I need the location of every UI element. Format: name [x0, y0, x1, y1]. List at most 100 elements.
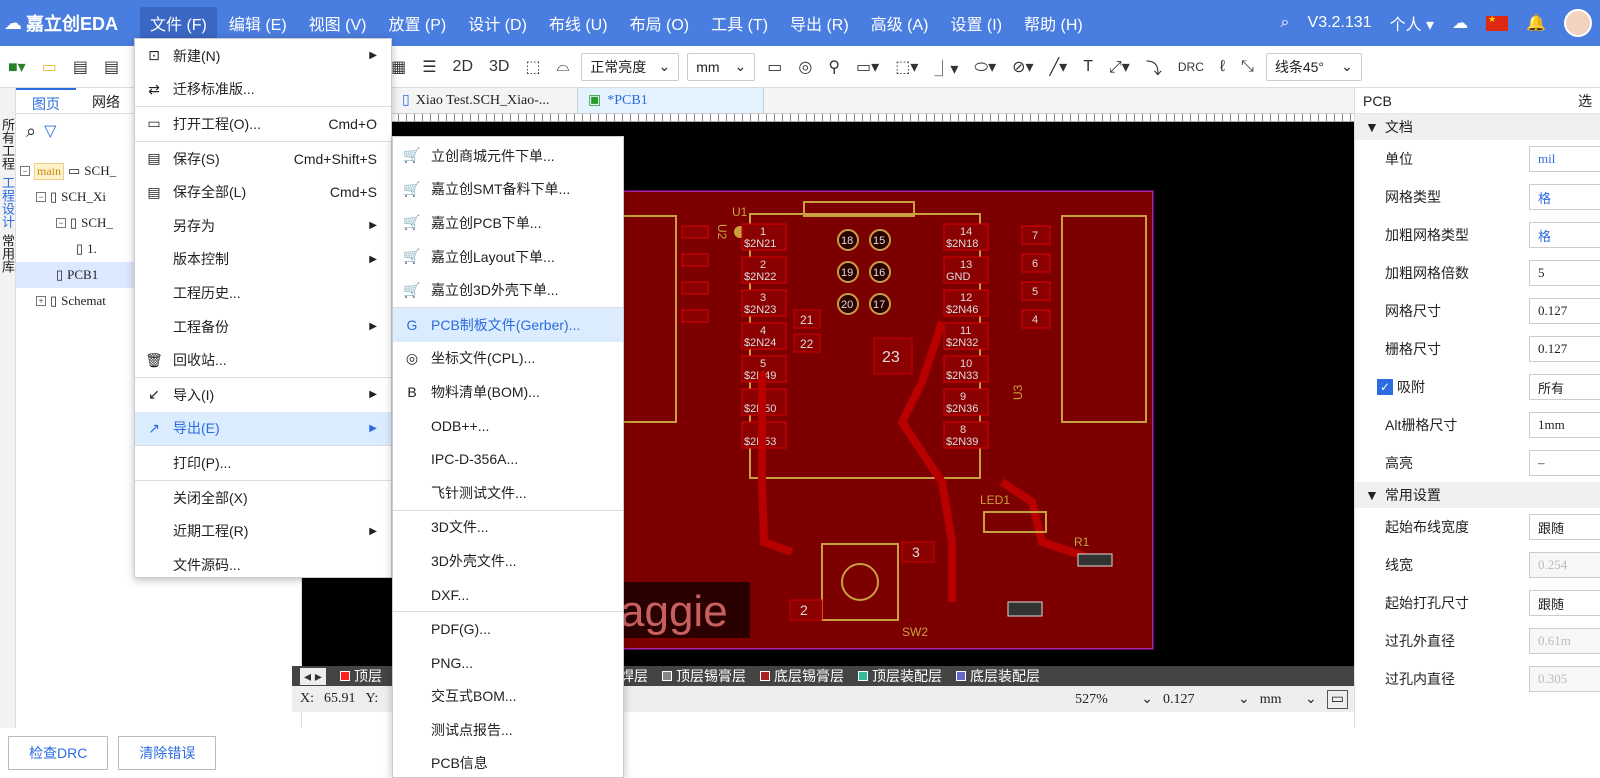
menu-item[interactable]: 飞针测试文件... — [393, 476, 623, 510]
menu-item[interactable]: 工程历史... — [135, 276, 391, 310]
region-icon[interactable]: ⬚▾ — [887, 57, 926, 77]
menu-item[interactable]: B 物料清单(BOM)... — [393, 375, 623, 409]
menu-item[interactable]: 交互式BOM... — [393, 680, 623, 714]
search-icon[interactable]: ⌕ — [1281, 14, 1290, 32]
left-side-pad[interactable] — [681, 309, 709, 323]
property-value[interactable]: 0.254 — [1529, 552, 1600, 578]
property-value[interactable]: 格 — [1529, 184, 1600, 210]
layer-item[interactable]: 底层装配层 — [955, 666, 1040, 686]
left-side-pad[interactable] — [681, 281, 709, 295]
property-value[interactable]: 0.127 — [1529, 336, 1600, 362]
menu-item-6[interactable]: 布局 (O) — [620, 7, 700, 39]
menu-item[interactable]: 关闭全部(X) — [135, 481, 391, 515]
layer-scroll-arrows[interactable]: ◂ ▸ — [300, 667, 326, 685]
menu-item[interactable]: G PCB制板文件(Gerber)... — [393, 307, 623, 342]
single-route-icon[interactable]: ℓ — [1212, 58, 1233, 76]
filter-icon[interactable]: ▽ — [44, 121, 56, 141]
notification-bell-icon[interactable]: 🔔 — [1526, 13, 1546, 33]
menu-item[interactable]: DXF... — [393, 578, 623, 612]
save-all-icon[interactable]: ▤ — [96, 57, 127, 77]
menu-item-9[interactable]: 高级 (A) — [861, 7, 939, 39]
menu-item[interactable]: ⊡ 新建(N) ▶ — [135, 39, 391, 73]
status-unit-select[interactable]: mm ⌄ — [1260, 691, 1317, 708]
menu-item-11[interactable]: 帮助 (H) — [1014, 7, 1093, 39]
property-value[interactable]: mil — [1529, 146, 1600, 172]
menu-item-1[interactable]: 编辑 (E) — [219, 7, 297, 39]
menu-item[interactable]: 🛒 嘉立创SMT备料下单... — [393, 173, 623, 207]
menu-item[interactable]: PCB信息 — [393, 747, 623, 777]
list-icon[interactable]: ☰ — [414, 57, 444, 77]
brightness-select[interactable]: 正常亮度 ⌄ — [581, 52, 680, 81]
menu-item-3[interactable]: 放置 (P) — [378, 7, 456, 39]
menu-item[interactable]: 文件源码... — [135, 548, 391, 582]
view-2d-button[interactable]: 2D — [445, 58, 481, 76]
tab-nets[interactable]: 网络 — [76, 88, 136, 113]
tab-pages[interactable]: 图页 — [16, 88, 76, 113]
polygon-icon[interactable]: ⏌▾ — [926, 55, 966, 79]
property-value[interactable]: 跟随 — [1529, 590, 1600, 616]
property-value[interactable]: 跟随 — [1529, 514, 1600, 540]
property-value[interactable]: 所有 — [1529, 374, 1600, 400]
menu-item[interactable]: 3D外壳文件... — [393, 544, 623, 578]
menu-item-8[interactable]: 导出 (R) — [780, 7, 859, 39]
left-side-pad[interactable] — [681, 225, 709, 239]
no-icon[interactable]: ⊘▾ — [1004, 57, 1041, 77]
collapse-icon[interactable]: − — [36, 192, 46, 202]
menu-item[interactable]: PDF(G)... — [393, 612, 623, 646]
snap-checkbox[interactable]: ✓ — [1377, 379, 1393, 395]
layer-item[interactable]: 顶层装配层 — [857, 666, 942, 686]
avatar[interactable] — [1564, 9, 1592, 37]
ruler-icon[interactable]: ▭ — [759, 57, 790, 77]
properties-header-right[interactable]: 选 — [1578, 91, 1592, 111]
menu-item[interactable]: 🛒 嘉立创Layout下单... — [393, 240, 623, 274]
property-value[interactable]: 0.61m — [1529, 628, 1600, 654]
unit-select[interactable]: mm ⌄ — [687, 52, 756, 81]
left-side-pad[interactable] — [681, 253, 709, 267]
user-menu[interactable]: 个人 ▾ — [1390, 11, 1435, 35]
property-value[interactable]: 1mm — [1529, 412, 1600, 438]
layer-item[interactable]: 顶层 — [339, 666, 382, 686]
strip-all-projects[interactable]: 所有工程 — [0, 118, 15, 170]
menu-item[interactable]: 🛒 嘉立创3D外壳下单... — [393, 273, 623, 307]
menu-item[interactable]: 打印(P)... — [135, 446, 391, 480]
line-icon[interactable]: ╱▾ — [1042, 57, 1076, 77]
expand-icon[interactable]: + — [36, 296, 46, 306]
menu-item[interactable]: 🗑 回收站... — [135, 343, 391, 377]
menu-item-2[interactable]: 视图 (V) — [299, 7, 377, 39]
menu-item[interactable]: PNG... — [393, 646, 623, 680]
menu-item[interactable]: 版本控制 ▶ — [135, 243, 391, 277]
check-drc-button[interactable]: 检查DRC — [8, 736, 109, 770]
menu-item[interactable]: 3D文件... — [393, 511, 623, 545]
save-icon[interactable]: ▤ — [65, 57, 96, 77]
folder-icon[interactable]: ▭ — [34, 57, 65, 77]
routing-angle-select[interactable]: 线条45° ⌄ — [1265, 52, 1362, 81]
tab-pcb1[interactable]: ▣ *PCB1 — [578, 88, 764, 113]
ellipse-icon[interactable]: ⬭▾ — [966, 57, 1004, 77]
menu-item-10[interactable]: 设置 (I) — [940, 7, 1012, 39]
language-flag-icon[interactable]: ★ — [1486, 14, 1509, 31]
drc-button[interactable]: DRC — [1170, 60, 1212, 74]
collapse-icon[interactable]: − — [20, 166, 30, 176]
property-value[interactable]: – — [1529, 450, 1600, 476]
menu-item[interactable]: 🛒 立创商城元件下单... — [393, 139, 623, 173]
text-icon[interactable]: T — [1075, 58, 1101, 76]
route-icon[interactable]: ⤵ — [1138, 55, 1170, 79]
strip-project-design[interactable]: 工程设计 — [0, 176, 15, 228]
ruler-toggle-icon[interactable]: ▭ — [1326, 689, 1348, 709]
menu-item-0[interactable]: 文件 (F) — [140, 7, 217, 39]
menu-item[interactable]: 近期工程(R) ▶ — [135, 514, 391, 548]
menu-item[interactable]: 工程备份 ▶ — [135, 310, 391, 344]
menu-item[interactable]: IPC-D-356A... — [393, 442, 623, 476]
section-document[interactable]: ▼ 文档 — [1355, 114, 1600, 140]
property-value[interactable]: 5 — [1529, 260, 1600, 286]
menu-item[interactable]: 测试点报告... — [393, 713, 623, 747]
menu-item-7[interactable]: 工具 (T) — [701, 7, 778, 39]
brightness-icon[interactable]: ⌓ — [549, 58, 578, 76]
zoom-area-icon[interactable]: ⬚ — [517, 57, 548, 77]
grid-select[interactable]: 0.127 ⌄ — [1163, 691, 1250, 708]
menu-item[interactable]: ↙ 导入(I) ▶ — [135, 378, 391, 412]
new-component-icon[interactable]: ■▾ — [0, 57, 34, 77]
menu-item[interactable]: ⇄ 迁移标准版... — [135, 73, 391, 107]
menu-item-4[interactable]: 设计 (D) — [458, 7, 537, 39]
menu-item[interactable]: 另存为 ▶ — [135, 209, 391, 243]
